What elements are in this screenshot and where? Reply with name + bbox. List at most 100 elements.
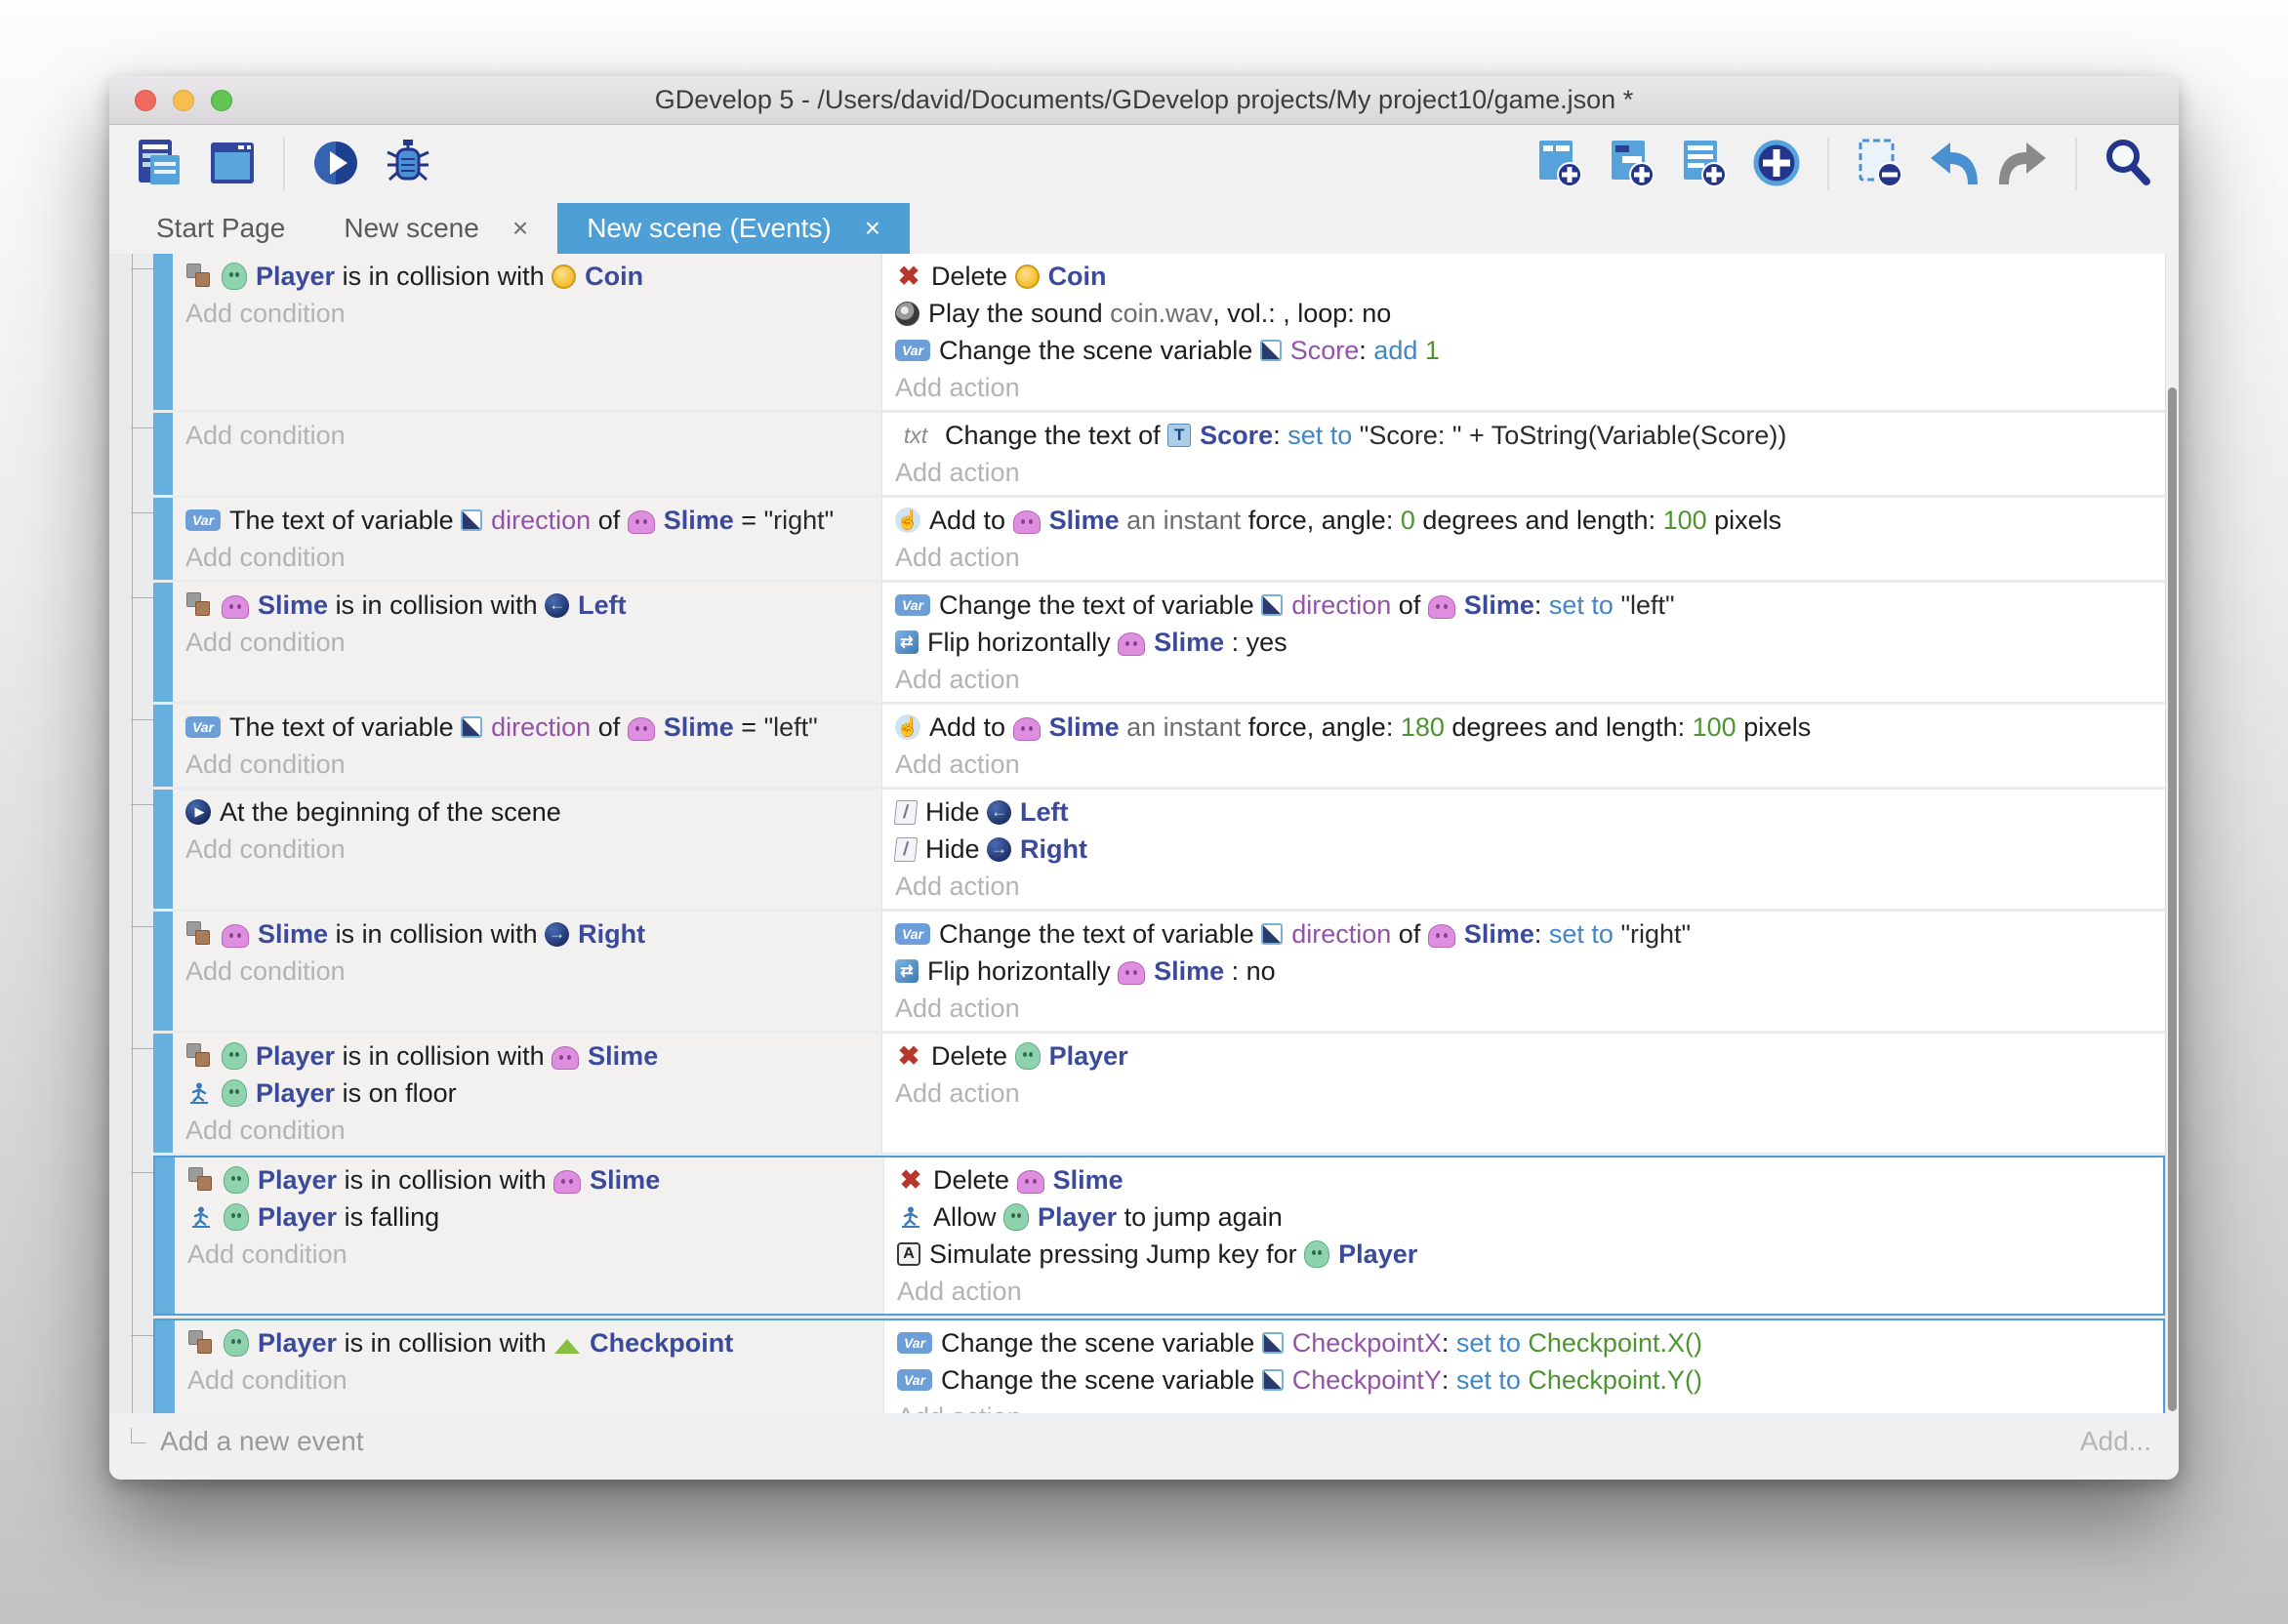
add-condition-link[interactable]: Add condition (175, 1236, 883, 1273)
conditions-cell[interactable]: Add condition (173, 413, 881, 495)
add-comment-button[interactable] (1675, 135, 1734, 193)
add-action-link[interactable]: Add action (882, 1075, 2165, 1112)
scrollbar[interactable] (2165, 254, 2179, 1413)
action-line[interactable]: Allow Player to jump again (884, 1198, 2163, 1236)
action-line[interactable]: ✖Delete Player (882, 1037, 2165, 1075)
event-row[interactable]: Slime is in collision with →RightAdd con… (153, 912, 2165, 1031)
debug-button[interactable] (379, 135, 437, 193)
add-condition-link[interactable]: Add condition (173, 624, 881, 661)
add-condition-link[interactable]: Add condition (173, 417, 881, 454)
scrollbar-thumb[interactable] (2168, 387, 2177, 1411)
action-line[interactable]: ⇄Flip horizontally Slime : no (882, 953, 2165, 990)
add-more-button[interactable]: Add... (2080, 1426, 2151, 1457)
conditions-cell[interactable]: Player is in collision with SlimePlayer … (175, 1157, 883, 1314)
action-line[interactable]: Play the sound coin.wav, vol.: , loop: n… (882, 295, 2165, 332)
condition-line[interactable]: Player is falling (175, 1198, 883, 1236)
event-drag-bar[interactable] (153, 790, 173, 909)
action-line[interactable]: VarChange the scene variable CheckpointX… (884, 1324, 2163, 1361)
add-action-link[interactable]: Add action (882, 539, 2165, 576)
event-row[interactable]: VarThe text of variable direction of Sli… (153, 705, 2165, 787)
add-action-link[interactable]: Add action (882, 868, 2165, 905)
action-line[interactable]: ✖Delete Coin (882, 258, 2165, 295)
undo-button[interactable] (1923, 135, 1982, 193)
actions-cell[interactable]: VarChange the text of variable direction… (881, 912, 2165, 1031)
event-row[interactable]: Player is in collision with CoinAdd cond… (153, 254, 2165, 410)
add-condition-link[interactable]: Add condition (175, 1361, 883, 1399)
condition-line[interactable]: Player is in collision with Checkpoint (175, 1324, 883, 1361)
add-action-link[interactable]: Add action (882, 369, 2165, 406)
tab-start-page[interactable]: Start Page (127, 203, 314, 254)
actions-cell[interactable]: /Hide ←Left/Hide →RightAdd action (881, 790, 2165, 909)
conditions-cell[interactable]: Slime is in collision with ←LeftAdd cond… (173, 583, 881, 702)
add-action-link[interactable]: Add action (882, 990, 2165, 1027)
actions-cell[interactable]: ✖Delete CoinPlay the sound coin.wav, vol… (881, 254, 2165, 410)
event-drag-bar[interactable] (153, 583, 173, 702)
condition-line[interactable]: Slime is in collision with ←Left (173, 587, 881, 624)
event-drag-bar[interactable] (153, 254, 173, 410)
event-drag-bar[interactable] (153, 1034, 173, 1153)
event-row[interactable]: VarThe text of variable direction of Sli… (153, 498, 2165, 580)
close-tab-icon[interactable]: × (865, 213, 880, 244)
add-action-link[interactable]: Add action (882, 661, 2165, 698)
action-line[interactable]: ☝Add to Slime an instant force, angle: 0… (882, 502, 2165, 539)
condition-line[interactable]: VarThe text of variable direction of Sli… (173, 709, 881, 746)
condition-line[interactable]: Player is in collision with Coin (173, 258, 881, 295)
add-action-link[interactable]: Add action (884, 1399, 2163, 1413)
actions-cell[interactable]: VarChange the scene variable CheckpointX… (883, 1320, 2163, 1413)
actions-cell[interactable]: ☝Add to Slime an instant force, angle: 1… (881, 705, 2165, 787)
action-line[interactable]: VarChange the text of variable direction… (882, 915, 2165, 953)
conditions-cell[interactable]: Player is in collision with SlimePlayer … (173, 1034, 881, 1153)
delete-event-button[interactable] (1851, 135, 1909, 193)
preview-play-button[interactable] (306, 135, 365, 193)
conditions-cell[interactable]: VarThe text of variable direction of Sli… (173, 705, 881, 787)
action-line[interactable]: VarChange the scene variable CheckpointY… (884, 1361, 2163, 1399)
event-drag-bar[interactable] (153, 912, 173, 1031)
condition-line[interactable]: Player is on floor (173, 1075, 881, 1112)
condition-line[interactable]: VarThe text of variable direction of Sli… (173, 502, 881, 539)
add-condition-link[interactable]: Add condition (173, 295, 881, 332)
redo-button[interactable] (1995, 135, 2054, 193)
action-line[interactable]: ASimulate pressing Jump key for Player (884, 1236, 2163, 1273)
conditions-cell[interactable]: Slime is in collision with →RightAdd con… (173, 912, 881, 1031)
condition-line[interactable]: ▶At the beginning of the scene (173, 793, 881, 831)
event-drag-bar[interactable] (153, 705, 173, 787)
action-line[interactable]: ☝Add to Slime an instant force, angle: 1… (882, 709, 2165, 746)
add-event-button[interactable] (1531, 135, 1589, 193)
add-condition-link[interactable]: Add condition (173, 831, 881, 868)
event-row[interactable]: Player is in collision with SlimePlayer … (153, 1034, 2165, 1153)
project-manager-button[interactable] (131, 135, 189, 193)
close-tab-icon[interactable]: × (512, 213, 528, 244)
condition-line[interactable]: Player is in collision with Slime (173, 1037, 881, 1075)
conditions-cell[interactable]: Player is in collision with CheckpointAd… (175, 1320, 883, 1413)
event-row[interactable]: Player is in collision with SlimePlayer … (153, 1156, 2165, 1316)
tab-new-scene-events[interactable]: New scene (Events)× (557, 203, 910, 254)
conditions-cell[interactable]: Player is in collision with CoinAdd cond… (173, 254, 881, 410)
action-line[interactable]: /Hide ←Left (882, 793, 2165, 831)
condition-line[interactable]: Slime is in collision with →Right (173, 915, 881, 953)
action-line[interactable]: ⇄Flip horizontally Slime : yes (882, 624, 2165, 661)
add-action-link[interactable]: Add action (884, 1273, 2163, 1310)
action-line[interactable]: ✖Delete Slime (884, 1161, 2163, 1198)
actions-cell[interactable]: VarChange the text of variable direction… (881, 583, 2165, 702)
conditions-cell[interactable]: ▶At the beginning of the sceneAdd condit… (173, 790, 881, 909)
event-drag-bar[interactable] (153, 498, 173, 580)
actions-cell[interactable]: ✖Delete SlimeAllow Player to jump againA… (883, 1157, 2163, 1314)
add-action-link[interactable]: Add action (882, 746, 2165, 783)
action-line[interactable]: VarChange the text of variable direction… (882, 587, 2165, 624)
conditions-cell[interactable]: VarThe text of variable direction of Sli… (173, 498, 881, 580)
event-drag-bar[interactable] (155, 1320, 175, 1413)
minimize-window-button[interactable] (173, 90, 194, 111)
event-row[interactable]: Add conditiontxtChange the text of TScor… (153, 413, 2165, 495)
add-condition-link[interactable]: Add condition (173, 539, 881, 576)
event-row[interactable]: Player is in collision with CheckpointAd… (153, 1319, 2165, 1413)
close-window-button[interactable] (135, 90, 156, 111)
action-line[interactable]: VarChange the scene variable Score: add … (882, 332, 2165, 369)
scene-editor-button[interactable] (203, 135, 262, 193)
event-row[interactable]: Slime is in collision with ←LeftAdd cond… (153, 583, 2165, 702)
add-new-button[interactable] (1747, 135, 1806, 193)
search-button[interactable] (2099, 135, 2157, 193)
event-row[interactable]: ▶At the beginning of the sceneAdd condit… (153, 790, 2165, 909)
actions-cell[interactable]: txtChange the text of TScore: set to "Sc… (881, 413, 2165, 495)
add-sub-event-button[interactable] (1603, 135, 1661, 193)
add-action-link[interactable]: Add action (882, 454, 2165, 491)
